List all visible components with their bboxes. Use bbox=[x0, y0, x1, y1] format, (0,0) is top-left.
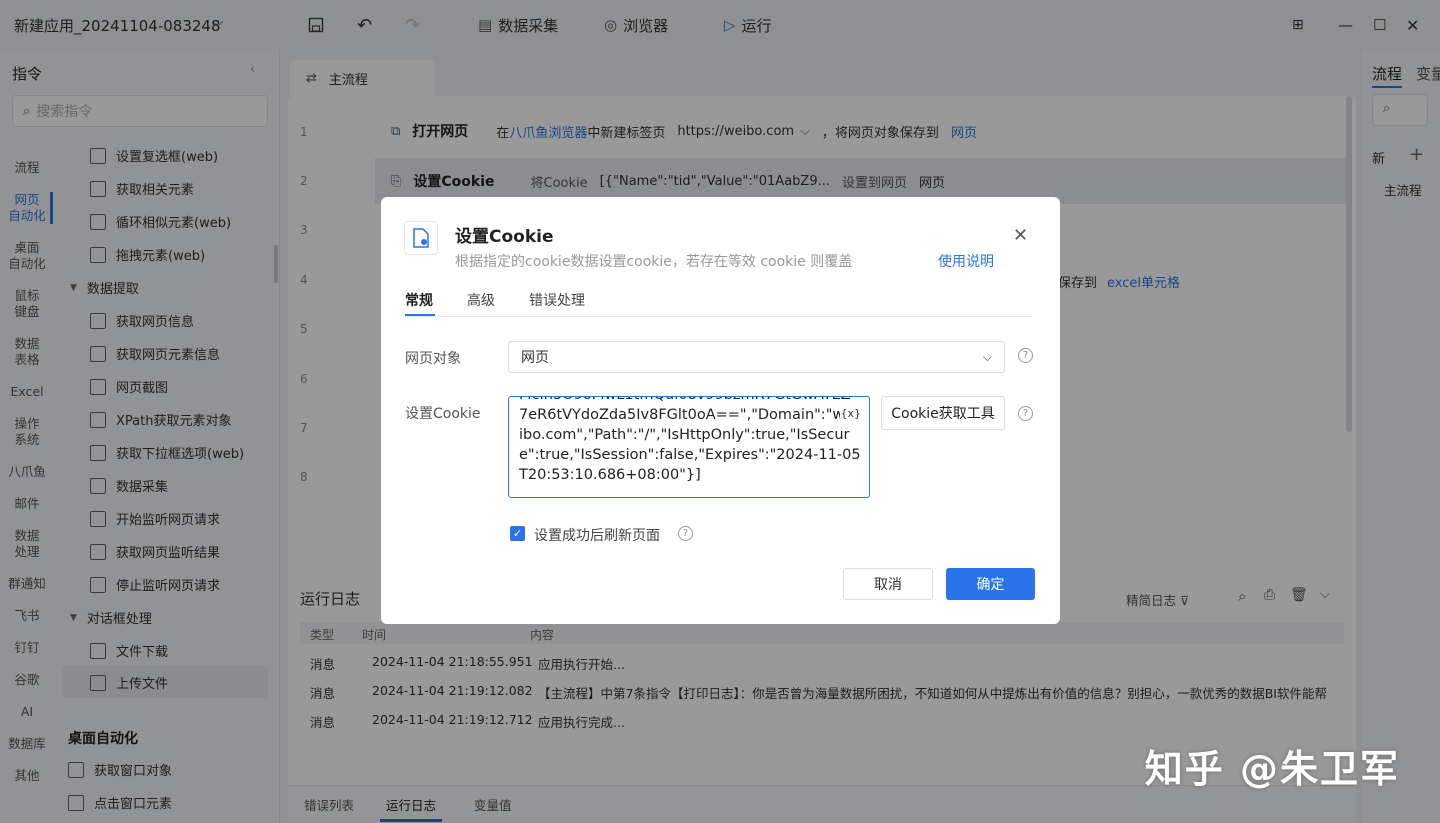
tab-general[interactable]: 常规 bbox=[405, 290, 433, 310]
cookie-text: McIh5O9oPlwL1tfnQul08v99bzmR7GtGwATEZ 7e… bbox=[519, 397, 861, 483]
field-label-cookie: 设置Cookie bbox=[405, 406, 481, 422]
dialog-title: 设置Cookie bbox=[455, 227, 554, 247]
refresh-label: 设置成功后刷新页面 bbox=[534, 528, 660, 544]
field-label-page: 网页对象 bbox=[405, 351, 461, 367]
cookie-icon bbox=[404, 221, 438, 255]
insert-variable-icon[interactable]: {x} bbox=[840, 407, 861, 420]
watermark: 知乎 @朱卫军 bbox=[1144, 747, 1400, 791]
cookie-textarea[interactable]: McIh5O9oPlwL1tfnQul08v99bzmR7GtGwATEZ 7e… bbox=[508, 396, 870, 498]
page-object-select[interactable]: 网页 ⌵ bbox=[508, 341, 1005, 373]
cancel-button[interactable]: 取消 bbox=[843, 568, 933, 600]
dialog-subtitle: 根据指定的cookie数据设置cookie，若存在等效 cookie 则覆盖 bbox=[455, 254, 853, 270]
help-icon[interactable]: ? bbox=[678, 526, 693, 541]
help-link[interactable]: 使用说明 bbox=[938, 251, 994, 271]
chevron-down-icon: ⌵ bbox=[982, 349, 992, 364]
tab-advanced[interactable]: 高级 bbox=[467, 290, 495, 310]
close-icon[interactable]: ✕ bbox=[1013, 225, 1028, 246]
help-icon[interactable]: ? bbox=[1018, 348, 1033, 363]
help-icon[interactable]: ? bbox=[1018, 406, 1033, 421]
confirm-button[interactable]: 确定 bbox=[946, 568, 1035, 600]
tab-error-handling[interactable]: 错误处理 bbox=[529, 290, 585, 310]
divider bbox=[405, 316, 1033, 317]
cookie-tool-button[interactable]: Cookie获取工具 bbox=[881, 396, 1005, 430]
refresh-checkbox[interactable]: ✓ bbox=[510, 526, 525, 541]
set-cookie-dialog: 设置Cookie 根据指定的cookie数据设置cookie，若存在等效 coo… bbox=[381, 197, 1060, 624]
